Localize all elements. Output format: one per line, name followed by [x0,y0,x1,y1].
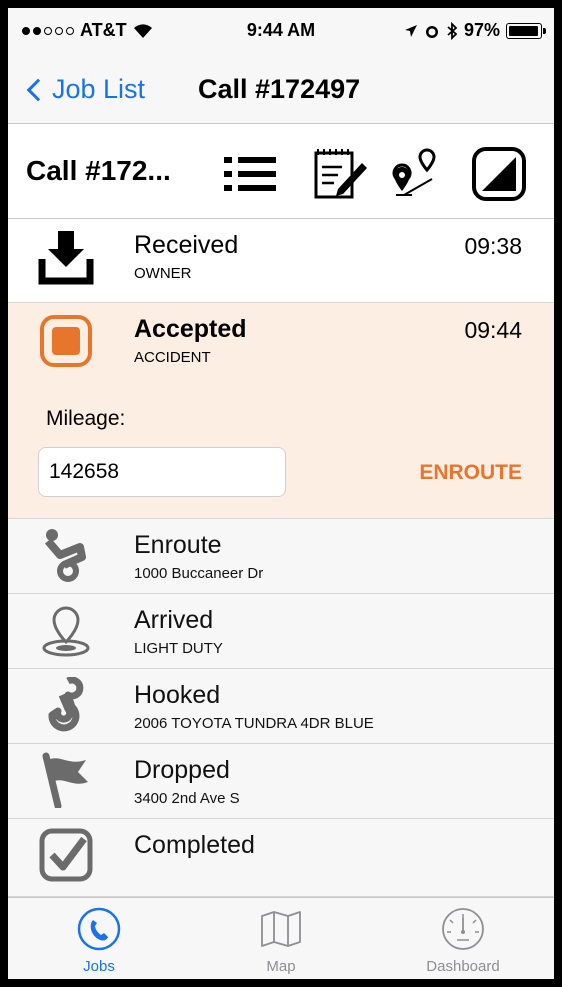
map-icon [261,911,301,947]
mileage-label: Mileage: [46,407,126,430]
bluetooth-icon [447,21,458,40]
battery-percent: 97% [463,20,500,40]
status-subtitle: LIGHT DUTY [134,640,223,657]
status-row-received[interactable]: Received OWNER 09:38 [8,219,554,303]
phone-icon [77,907,121,951]
status-title: Hooked [134,681,221,709]
status-subtitle: 1000 Buccaneer Dr [134,565,264,582]
chevron-left-icon [26,78,50,101]
tow-truck-icon [44,529,86,582]
tab-dashboard[interactable]: Dashboard [372,898,554,979]
status-title: Accepted [134,315,247,343]
orange-square-icon [40,315,92,367]
status-row-enroute[interactable]: Enroute 1000 Buccaneer Dr [8,519,554,594]
status-title: Arrived [134,606,214,634]
call-title: Call #172... [26,155,171,186]
status-row-completed[interactable]: Completed [8,819,554,897]
tab-label: Jobs [83,958,115,975]
checkbox-icon [39,828,93,882]
call-toolbar: Call #172... [8,125,554,219]
alarm-icon [425,25,438,38]
status-subtitle: 2006 TOYOTA TUNDRA 4DR BLUE [134,715,374,732]
back-label: Job List [52,74,146,104]
tab-jobs[interactable]: Jobs [8,898,190,979]
status-time: 09:38 [464,233,522,259]
flag-icon [42,752,88,808]
status-title: Received [134,231,239,259]
app-screen: AT&T 9:44 AM 97% Job List Call #172497 C… [8,8,554,979]
enroute-button[interactable]: ENROUTE [419,461,522,485]
tab-bar: Jobs Map Dashboard [8,897,554,979]
status-row-arrived[interactable]: Arrived LIGHT DUTY [8,594,554,669]
notepad-icon[interactable] [310,145,368,203]
gauge-icon [442,908,484,950]
status-subtitle: 3400 2nd Ave S [134,790,240,807]
status-title: Completed [134,831,255,859]
status-subtitle: ACCIDENT [134,349,211,366]
hook-icon [48,677,84,732]
route-icon[interactable] [388,145,446,203]
status-time: 09:44 [464,317,522,343]
status-bar: AT&T 9:44 AM 97% [8,8,554,52]
tab-label: Dashboard [426,958,500,975]
tab-label: Map [266,958,296,975]
status-title: Dropped [134,756,230,784]
list-icon[interactable] [220,145,278,203]
tab-map[interactable]: Map [190,898,372,979]
battery-icon [506,22,546,39]
status-row-accepted[interactable]: Accepted ACCIDENT 09:44 Mileage: ENROUTE [8,303,554,519]
status-row-dropped[interactable]: Dropped 3400 2nd Ave S [8,744,554,819]
back-button[interactable]: Job List [24,74,145,105]
location-pin-icon [42,606,90,657]
download-icon [38,231,94,285]
mileage-input[interactable] [38,447,286,497]
status-subtitle: OWNER [134,265,192,282]
navigation-bar: Job List Call #172497 [8,52,554,124]
status-title: Enroute [134,531,222,559]
location-arrow-icon [404,24,417,37]
status-row-hooked[interactable]: Hooked 2006 TOYOTA TUNDRA 4DR BLUE [8,669,554,744]
page-title: Call #172497 [198,74,361,104]
status-toggle-icon[interactable] [470,145,528,203]
